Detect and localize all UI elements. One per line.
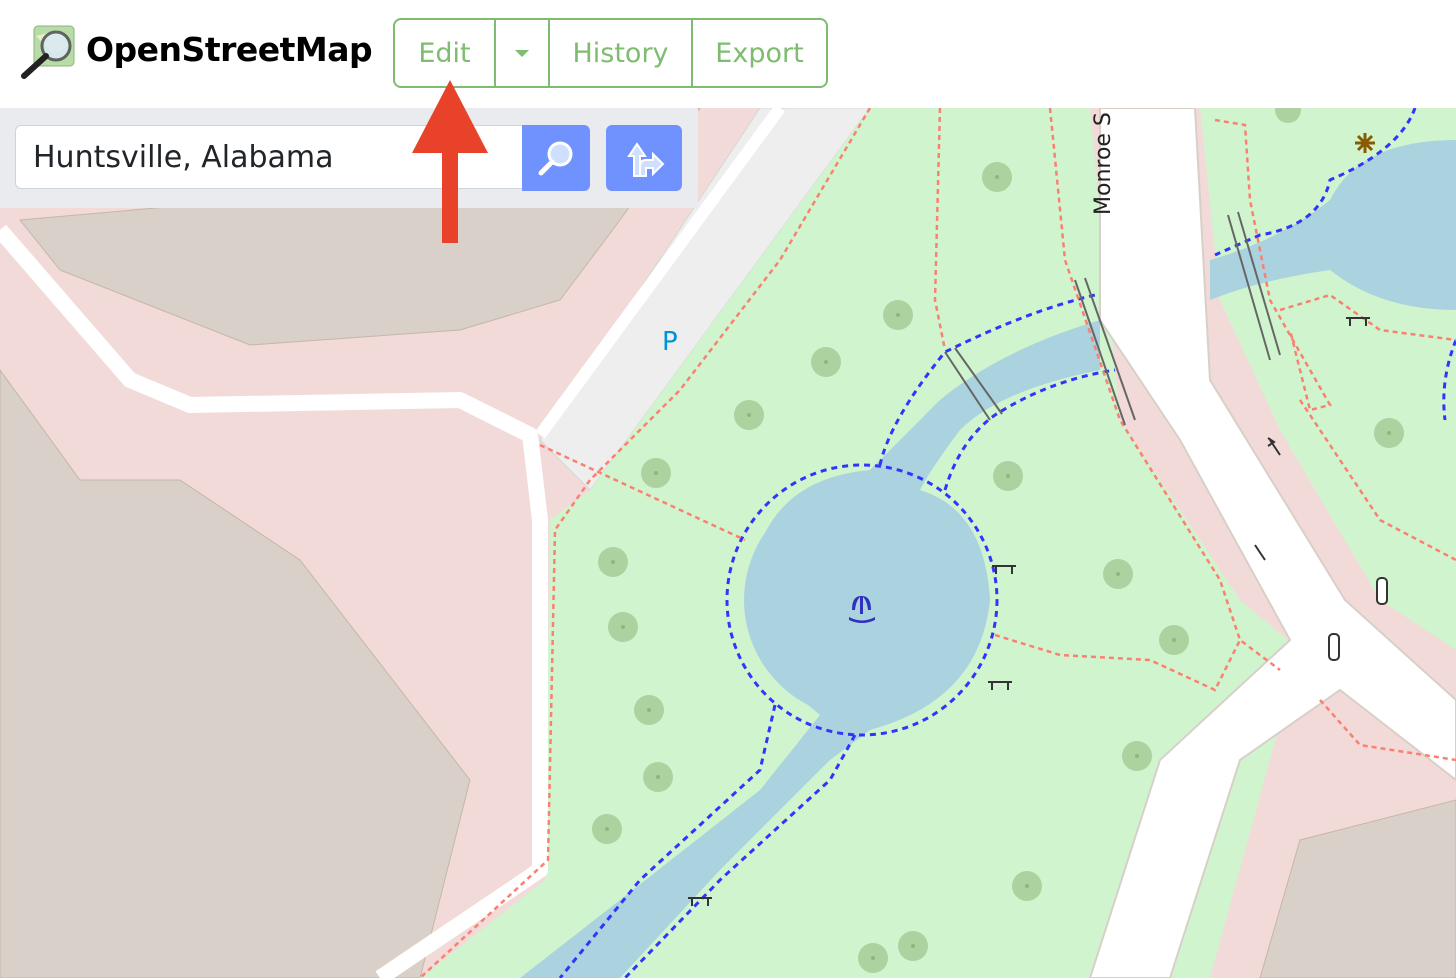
export-button[interactable]: Export <box>693 20 826 86</box>
edit-dropdown-button[interactable] <box>496 20 550 86</box>
directions-button[interactable] <box>606 125 682 191</box>
caret-down-icon <box>515 49 529 57</box>
top-header: OpenStreetMap Edit History Export <box>0 0 1456 108</box>
street-label: Monroe S <box>1091 112 1116 215</box>
map-canvas[interactable]: P Monroe S <box>0 108 1456 978</box>
annotation-arrow-icon <box>412 80 488 243</box>
directions-arrow-icon <box>627 142 665 177</box>
history-button[interactable]: History <box>550 20 693 86</box>
search-panel <box>0 108 698 208</box>
parking-label: P <box>662 327 678 357</box>
garden-icon <box>1355 133 1375 153</box>
magnifier-icon <box>538 141 573 176</box>
brand-title[interactable]: OpenStreetMap <box>86 30 373 69</box>
osm-magnifier-logo-icon[interactable] <box>18 24 78 80</box>
search-button[interactable] <box>522 125 590 191</box>
